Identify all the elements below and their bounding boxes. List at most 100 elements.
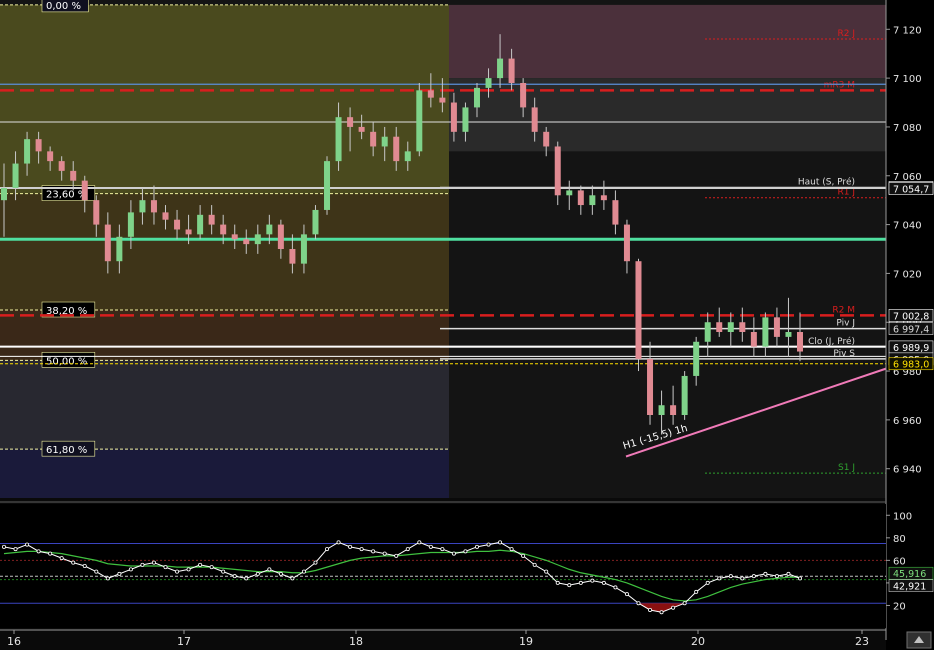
rsi-point: [786, 571, 791, 576]
price-tag-label: 7 054,7: [893, 185, 929, 196]
rsi-point: [36, 549, 41, 554]
candle-body: [473, 87, 480, 108]
level-label: R2 J: [838, 29, 856, 39]
candle-body: [81, 180, 88, 201]
candle-body: [554, 146, 561, 196]
rsi-point: [717, 576, 722, 581]
candle-body: [508, 58, 515, 83]
candle-body: [393, 136, 400, 162]
rsi-point: [232, 574, 237, 579]
candle-body: [1, 187, 7, 201]
rsi-point: [648, 607, 653, 612]
fib-label: 0,00 %: [46, 1, 81, 12]
y-tick-label: 7 080: [893, 123, 922, 134]
level-label: Piv S: [833, 349, 855, 359]
candle-body: [566, 190, 573, 196]
rsi-point: [198, 562, 203, 567]
oscillator-tick-label: 80: [893, 534, 906, 545]
rsi-point: [659, 610, 664, 615]
fib-zone: [0, 360, 449, 450]
candle-body: [600, 195, 607, 201]
candle-body: [785, 332, 792, 337]
candle-body: [220, 224, 227, 235]
level-label: Haut (S, Pré): [798, 176, 855, 187]
fib-label: 23,60 %: [46, 190, 87, 201]
rsi-point: [498, 540, 503, 545]
level-label: R2 M: [832, 305, 855, 315]
candle-body: [185, 229, 192, 235]
candle-body: [289, 249, 296, 264]
rsi-point: [163, 565, 168, 570]
rsi-point: [774, 574, 779, 579]
candle-body: [612, 200, 619, 225]
x-tick-label: 18: [349, 635, 363, 648]
level-label: mR3 M: [824, 80, 855, 90]
candle-body: [716, 322, 723, 332]
rsi-point: [2, 544, 7, 549]
candle-body: [254, 234, 261, 245]
candle-body: [520, 83, 527, 108]
candle-body: [773, 317, 780, 337]
candle-body: [658, 405, 665, 415]
rsi-point: [798, 576, 803, 581]
candle-body: [404, 151, 411, 162]
rsi-point: [555, 580, 560, 585]
rsi-point: [175, 569, 180, 574]
rsi-point: [348, 544, 353, 549]
x-tick-label: 23: [855, 635, 869, 648]
rsi-point: [59, 556, 64, 561]
rsi-point: [325, 547, 330, 552]
rsi-point: [359, 547, 364, 552]
candle-body: [197, 214, 204, 235]
candle-body: [416, 90, 423, 152]
price-tag-label: 6 997,4: [893, 325, 929, 336]
rsi-point: [301, 569, 306, 574]
candle-body: [139, 200, 146, 213]
rsi-point: [567, 583, 572, 588]
candle-body: [485, 78, 492, 88]
candle-body: [70, 170, 77, 181]
candle-body: [104, 224, 111, 262]
rsi-point: [25, 542, 30, 547]
candle-body: [335, 117, 342, 162]
rsi-point: [544, 569, 549, 574]
rsi-point: [682, 601, 687, 606]
rsi-point: [428, 544, 433, 549]
oscillator-tick-label: 20: [893, 601, 906, 612]
rsi-point: [13, 547, 18, 552]
y-tick-label: 7 040: [893, 221, 922, 232]
level-label: Clo (J, Pré): [808, 336, 855, 347]
rsi-point: [417, 540, 422, 545]
level-label: R1 J: [838, 188, 856, 198]
rsi-point: [151, 560, 156, 565]
rsi-point: [601, 580, 606, 585]
x-tick-label: 17: [177, 635, 191, 648]
rsi-point: [740, 576, 745, 581]
rsi-point: [590, 578, 595, 583]
rsi-point: [278, 571, 283, 576]
rsi-point: [705, 580, 710, 585]
fib-label: 61,80 %: [46, 445, 87, 456]
rsi-point: [613, 585, 618, 590]
candle-body: [93, 200, 100, 225]
rsi-point: [336, 540, 341, 545]
candle-body: [300, 234, 307, 264]
candle-body: [266, 224, 273, 235]
rsi-point: [117, 571, 122, 576]
chart-window: 0,00 %23,60 %38,20 %50,00 %61,80 %R3 SR2…: [0, 0, 934, 650]
candle-body: [24, 139, 31, 164]
rsi-point: [763, 571, 768, 576]
x-tick-label: 20: [691, 635, 705, 648]
oscillator-readout-label: 42,921: [893, 582, 926, 593]
fib-zone: [0, 4, 449, 194]
level-label: Piv J: [836, 319, 855, 329]
candle-body: [531, 107, 538, 132]
candle-body: [577, 190, 584, 206]
oscillator-tick-label: 60: [893, 556, 906, 567]
rsi-point: [186, 567, 191, 572]
y-tick-label: 7 060: [893, 172, 922, 183]
price-chart[interactable]: 0,00 %23,60 %38,20 %50,00 %61,80 %R3 SR2…: [0, 0, 934, 650]
candle-body: [623, 224, 630, 262]
candle-body: [762, 317, 769, 347]
y-tick-label: 6 960: [893, 416, 922, 427]
